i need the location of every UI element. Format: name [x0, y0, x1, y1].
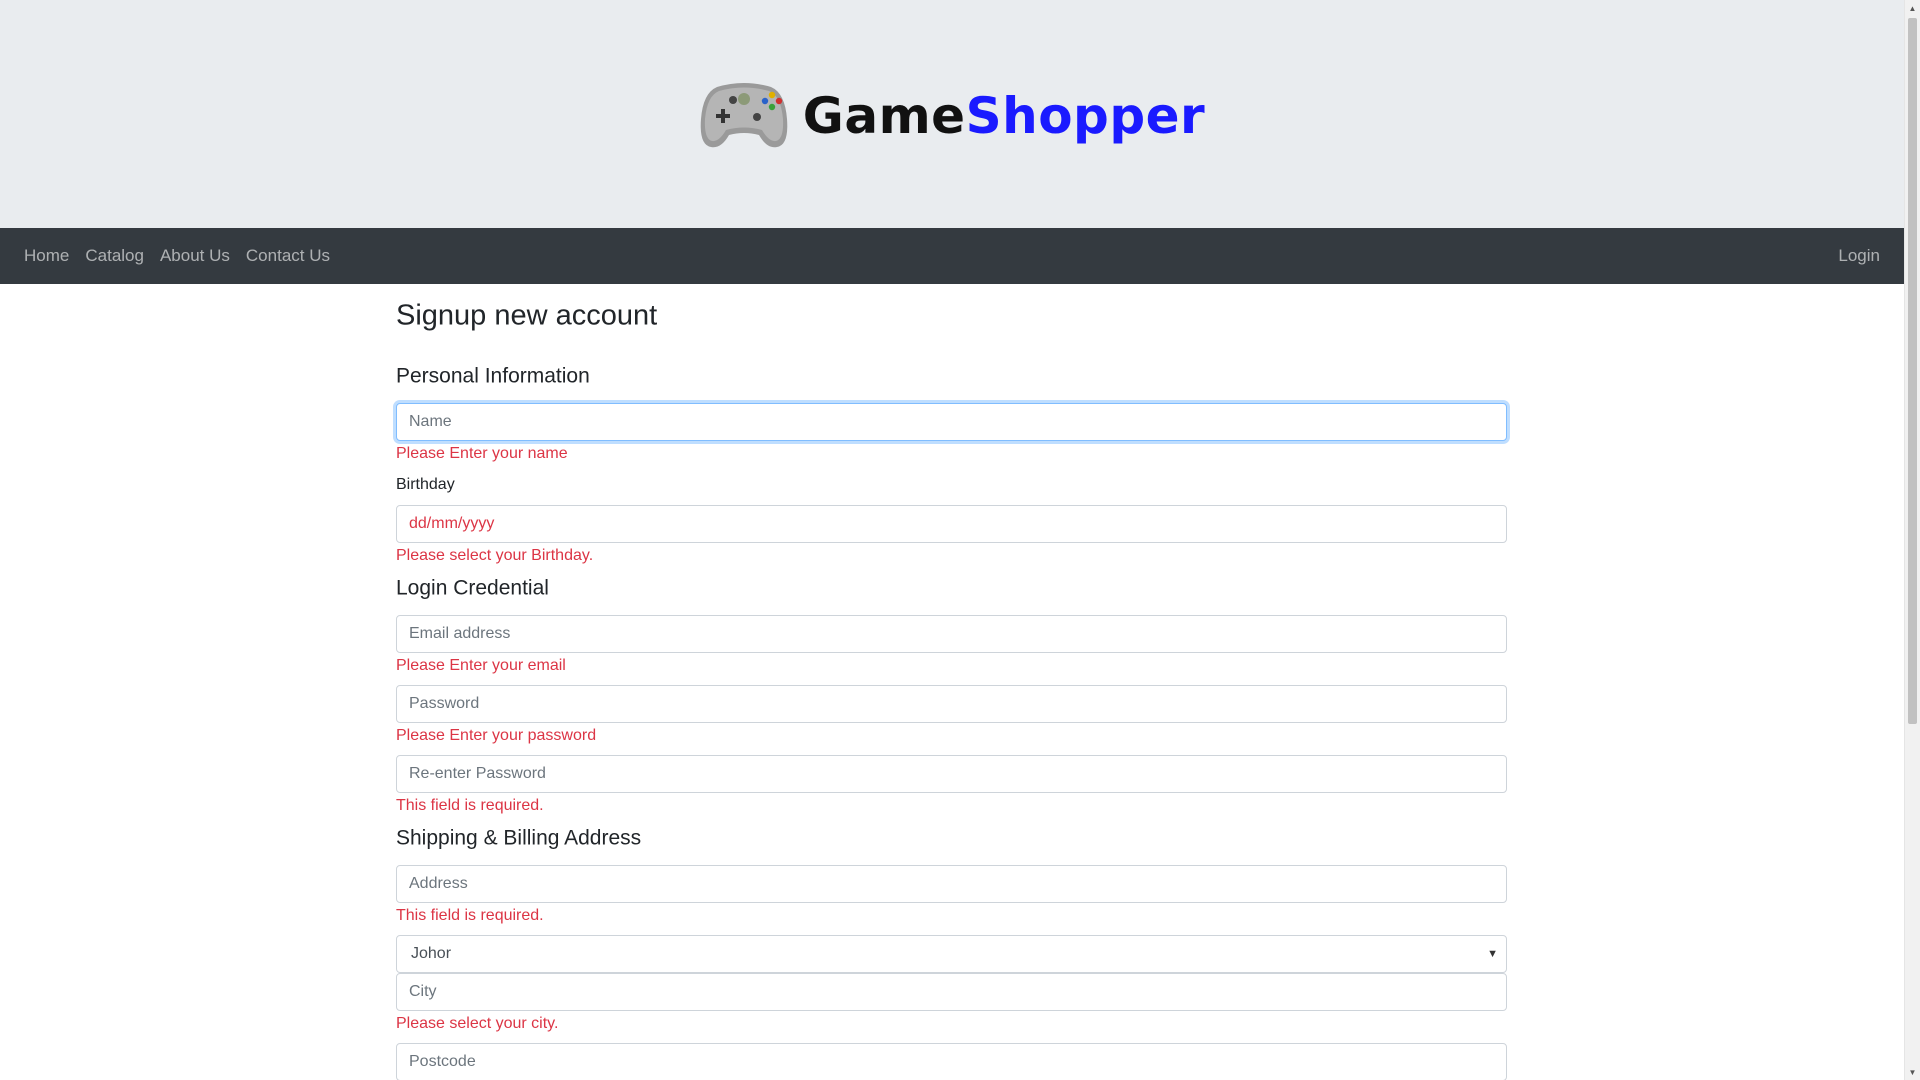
postcode-input[interactable] — [396, 1043, 1507, 1080]
city-input[interactable] — [396, 973, 1507, 1011]
nav-contact-us-link[interactable]: Contact Us — [246, 246, 330, 266]
nav-login-link[interactable]: Login — [1838, 246, 1880, 265]
scrollbar-thumb[interactable] — [1908, 18, 1917, 724]
password-input[interactable] — [396, 685, 1507, 723]
scroll-down-arrow-icon[interactable]: ▼ — [1905, 1064, 1920, 1080]
brand-name-part2: Shopper — [965, 87, 1206, 145]
name-error: Please Enter your name — [396, 445, 568, 462]
brand-header: GameShopper — [0, 0, 1904, 228]
nav-home-link[interactable]: Home — [24, 246, 69, 266]
caret-down-icon: ▼ — [1487, 948, 1498, 960]
section-title-personal: Personal Information — [396, 364, 590, 388]
birthday-label: Birthday — [396, 476, 455, 493]
nav-about-us-link[interactable]: About Us — [160, 246, 230, 266]
nav-links: Home Catalog About Us Contact Us — [24, 246, 330, 266]
page-scrollbar[interactable]: ▲ ▼ — [1904, 0, 1920, 1080]
brand-name-part1: Game — [802, 87, 966, 145]
nav-right: Login — [1838, 246, 1880, 266]
page-title: Signup new account — [396, 299, 658, 332]
password-error: Please Enter your password — [396, 727, 597, 744]
birthday-date-value: dd/mm/yyyy — [409, 515, 495, 532]
main-navbar: Home Catalog About Us Contact Us Login — [0, 228, 1904, 284]
section-title-login: Login Credential — [396, 576, 549, 600]
email-input[interactable] — [396, 615, 1507, 653]
city-error: Please select your city. — [396, 1015, 559, 1032]
gamepad-icon — [699, 79, 789, 154]
state-select-value: Johor — [411, 945, 452, 962]
brand-logo[interactable]: GameShopper — [699, 79, 1205, 154]
page-viewport: GameShopper Home Catalog About Us Contac… — [0, 0, 1904, 1080]
nav-catalog-link[interactable]: Catalog — [85, 246, 144, 266]
address-input[interactable] — [396, 865, 1507, 903]
birthday-error: Please select your Birthday. — [396, 547, 594, 564]
address-error: This field is required. — [396, 907, 544, 924]
state-select[interactable]: Johor ▼ — [396, 935, 1507, 973]
repassword-input[interactable] — [396, 755, 1507, 793]
scroll-up-arrow-icon[interactable]: ▲ — [1905, 0, 1920, 16]
birthday-date-input[interactable]: dd/mm/yyyy — [396, 505, 1507, 543]
section-title-address: Shipping & Billing Address — [396, 826, 642, 850]
name-input[interactable] — [396, 403, 1507, 441]
brand-name: GameShopper — [803, 87, 1205, 145]
repassword-error: This field is required. — [396, 797, 544, 814]
email-error: Please Enter your email — [396, 657, 566, 674]
